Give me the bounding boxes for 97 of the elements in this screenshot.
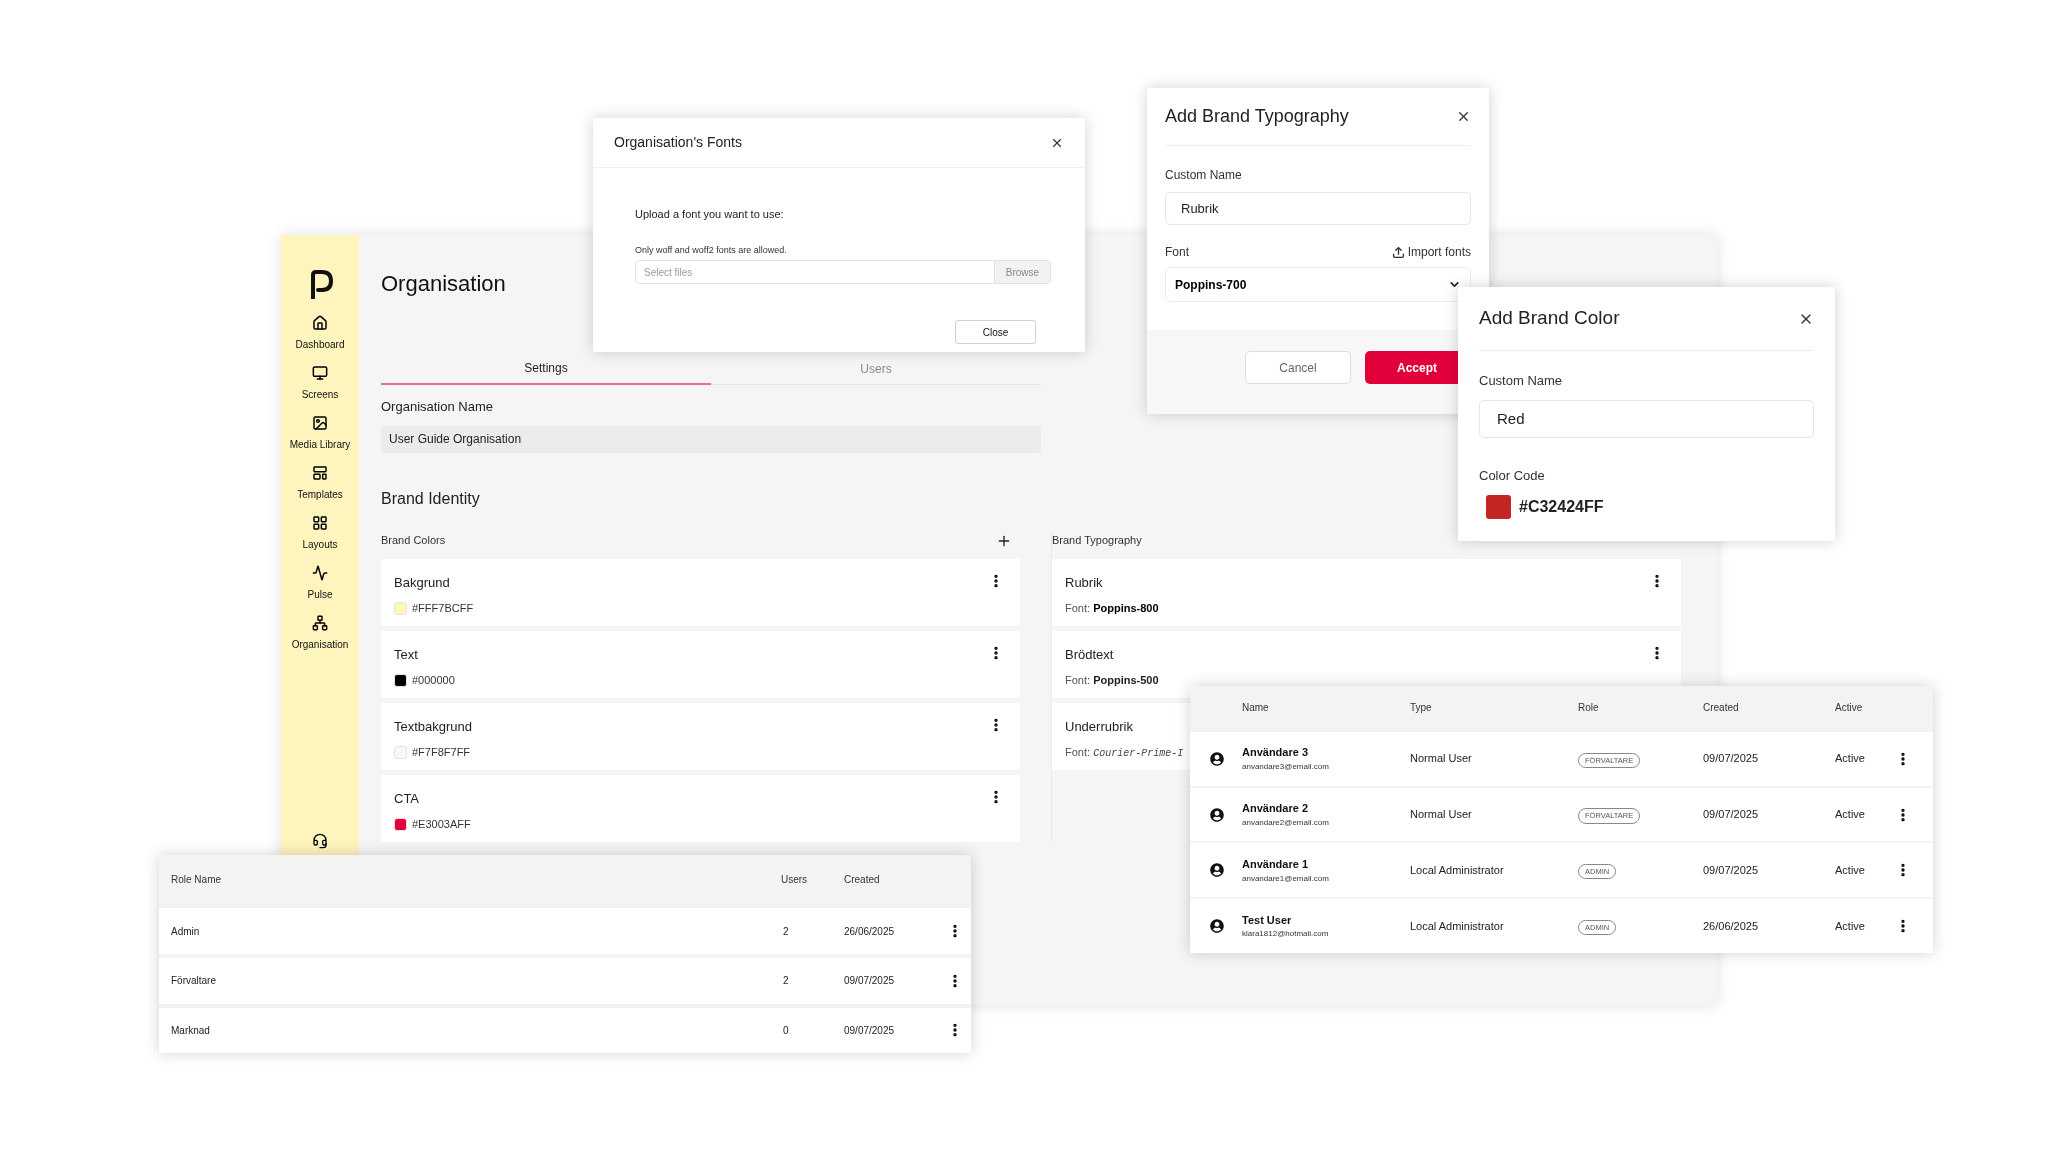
home-icon[interactable] — [312, 315, 328, 331]
table-cell-text: 26/06/2025 — [1703, 918, 1760, 934]
field-label: Organisation Name — [381, 398, 494, 416]
user-email: klara1812@hotmail.com — [1242, 928, 1330, 941]
organisation-name-field[interactable]: User Guide Organisation — [381, 425, 1041, 453]
table-cell-text: Active — [1835, 807, 1866, 823]
table-cell-text: Normal User — [1410, 807, 1473, 823]
color-swatch[interactable] — [1486, 495, 1511, 519]
template-icon[interactable] — [312, 465, 328, 481]
table-cell-text: Active — [1835, 918, 1866, 934]
dialog-title: Add Brand Color — [1479, 306, 1620, 331]
user-icon — [1210, 863, 1224, 878]
font-info: Font: Poppins-500 — [1065, 673, 1159, 688]
subsection-label: Brand Colors — [381, 533, 446, 549]
upload-hint: Only woff and woff2 fonts are allowed. — [635, 243, 788, 257]
close-icon[interactable] — [1456, 109, 1471, 124]
column-header: Created — [844, 873, 881, 888]
role-name: Förvaltare — [171, 974, 217, 989]
field-label: Custom Name — [1479, 372, 1564, 390]
custom-name-field[interactable]: Red — [1479, 399, 1814, 438]
field-label: Font — [1165, 244, 1189, 261]
dialog-title: Organisation's Fonts — [614, 133, 742, 152]
table-cell-text: Active — [1835, 863, 1866, 879]
column-header: Active — [1835, 701, 1864, 716]
color-code: #000000 — [412, 673, 455, 688]
custom-name-field[interactable]: Rubrik — [1165, 192, 1471, 225]
section-heading: Brand Identity — [381, 488, 480, 509]
table-cell-text: Active — [1835, 751, 1866, 767]
page-title: Organisation — [381, 273, 506, 295]
dialog-title: Add Brand Typography — [1165, 105, 1349, 128]
color-name: CTA — [394, 789, 421, 808]
cancel-button[interactable]: Cancel — [1245, 351, 1351, 384]
user-email: anvandare1@email.com — [1242, 872, 1330, 885]
file-input[interactable]: Select files — [636, 261, 994, 283]
hierarchy-icon[interactable] — [312, 615, 328, 631]
table-cell-text: Normal User — [1410, 751, 1473, 767]
sidebar-item[interactable]: Layouts — [302, 537, 338, 552]
sidebar-item[interactable]: Pulse — [307, 587, 333, 602]
image-icon[interactable] — [312, 415, 328, 431]
role-name: Admin — [171, 924, 201, 939]
column-header: Name — [1242, 701, 1270, 716]
font-info: Font: Courier-Prime-I — [1065, 745, 1184, 761]
font-info: Font: Poppins-800 — [1065, 601, 1159, 616]
table-cell-text: 09/07/2025 — [1703, 807, 1760, 823]
color-name: Bakgrund — [394, 573, 451, 592]
typography-name: Brödtext — [1065, 645, 1115, 664]
pulse-icon[interactable] — [312, 565, 328, 581]
user-email: anvandare3@email.com — [1242, 760, 1330, 773]
column-header: Users — [781, 873, 809, 888]
color-code: #E3003AFF — [412, 817, 471, 832]
import-fonts-button[interactable]: Import fonts — [1391, 243, 1471, 261]
user-name: Användare 2 — [1242, 801, 1310, 817]
user-icon — [1210, 919, 1224, 934]
role-name: Marknad — [171, 1023, 211, 1038]
color-code: #C32424FF — [1519, 497, 1604, 517]
color-name: Text — [394, 645, 419, 664]
close-button[interactable]: Close — [955, 320, 1036, 344]
table-cell-text: 26/06/2025 — [844, 924, 896, 939]
field-label: Color Code — [1479, 466, 1546, 485]
subsection-label: Brand Typography — [1052, 533, 1142, 549]
table-cell-text: 09/07/2025 — [1703, 863, 1760, 879]
user-name: Användare 3 — [1242, 745, 1310, 761]
table-cell-text: 0 — [782, 1023, 790, 1038]
typography-name: Rubrik — [1065, 573, 1104, 592]
column-header: Created — [1703, 701, 1740, 716]
user-email: anvandare2@email.com — [1242, 816, 1330, 829]
column-header: Role Name — [171, 873, 223, 888]
monitor-icon[interactable] — [312, 365, 328, 381]
column-header: Type — [1410, 701, 1433, 716]
tab[interactable]: Settings — [381, 359, 711, 385]
sidebar-item[interactable]: Media Library — [289, 437, 351, 452]
sidebar-item[interactable]: Screens — [301, 387, 339, 402]
column-header: Role — [1578, 701, 1600, 716]
upload-icon — [1391, 245, 1405, 259]
sidebar-item[interactable]: Templates — [297, 487, 343, 502]
field-label: Custom Name — [1165, 167, 1243, 184]
upload-prompt: Upload a font you want to use: — [635, 207, 785, 222]
headset-icon[interactable] — [312, 833, 328, 849]
user-icon — [1210, 807, 1224, 822]
sidebar-item[interactable]: Organisation — [291, 637, 349, 652]
table-cell-text: 2 — [782, 974, 790, 989]
color-code: #FFF7BCFF — [412, 601, 474, 616]
sidebar-item[interactable]: Dashboard — [295, 337, 345, 352]
user-name: Test User — [1242, 912, 1293, 928]
table-cell-text: Local Administrator — [1410, 918, 1505, 934]
table-cell-text: 09/07/2025 — [844, 974, 896, 989]
grid-icon[interactable] — [312, 515, 328, 531]
table-cell-text: Local Administrator — [1410, 863, 1505, 879]
table-cell-text: 09/07/2025 — [1703, 751, 1760, 767]
typography-name: Underrubrik — [1065, 717, 1134, 736]
table-cell-text: 2 — [782, 924, 790, 939]
table-cell-text: 09/07/2025 — [844, 1023, 896, 1038]
font-select[interactable]: Poppins-700 — [1165, 267, 1471, 302]
user-name: Användare 1 — [1242, 857, 1310, 873]
color-code: #F7F8F7FF — [412, 745, 471, 760]
user-icon — [1210, 751, 1224, 766]
color-name: Textbakgrund — [394, 717, 473, 736]
